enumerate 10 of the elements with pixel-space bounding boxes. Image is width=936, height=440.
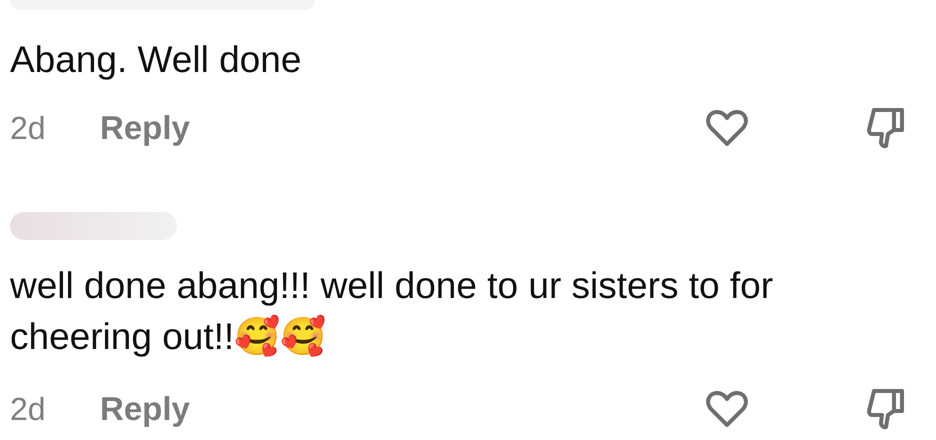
heart-icon[interactable]	[705, 108, 749, 148]
comment-text: well done abang!!! well done to ur sisters to for cheering out!!🥰🥰	[10, 264, 774, 359]
thumbs-down-icon[interactable]	[866, 106, 906, 150]
reply-button[interactable]: Reply	[100, 390, 190, 428]
thumbs-down-icon[interactable]	[866, 387, 906, 431]
reply-button[interactable]: Reply	[100, 109, 190, 147]
comment-time: 2d	[10, 110, 47, 146]
heart-icon[interactable]	[705, 389, 749, 429]
comment-time: 2d	[10, 390, 47, 428]
comment-text: Abang. Well done	[10, 38, 302, 82]
